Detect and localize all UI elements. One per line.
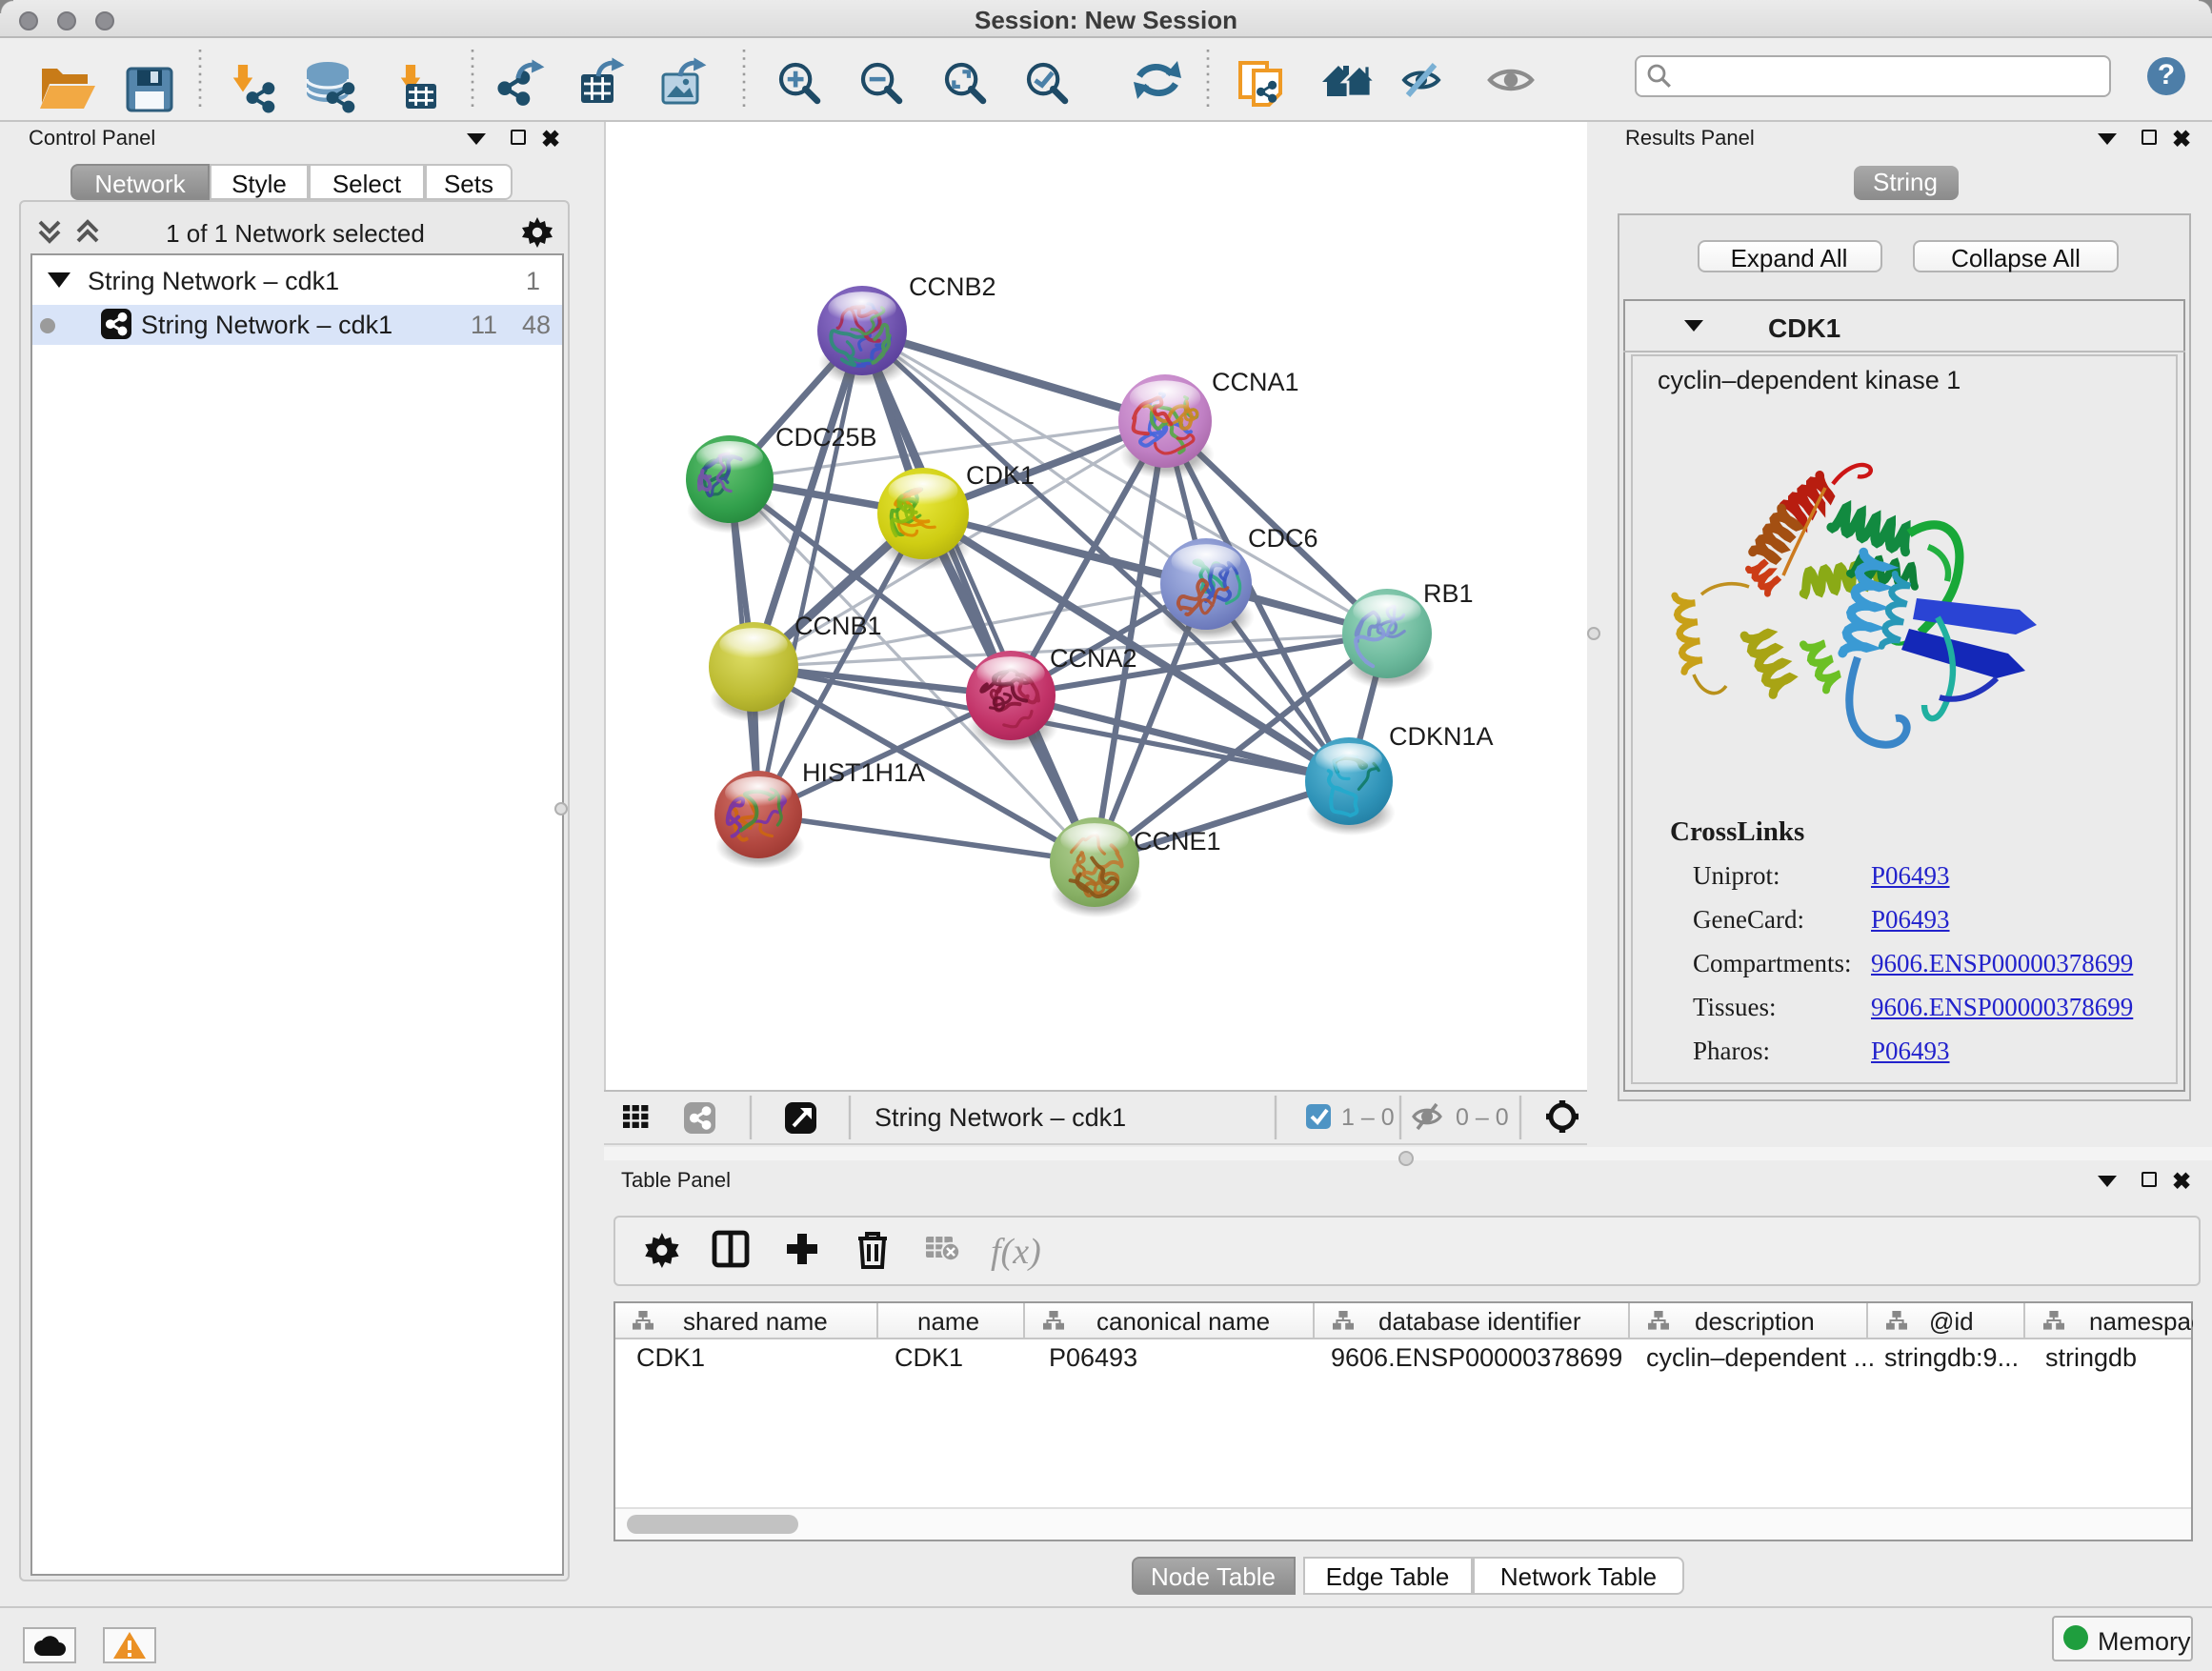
svg-text:name: name xyxy=(916,1306,978,1335)
svg-text:namespac: namespac xyxy=(2088,1306,2192,1335)
svg-text:description: description xyxy=(1694,1306,1814,1335)
svg-text:CDC6: CDC6 xyxy=(1247,524,1317,553)
svg-text:@id: @id xyxy=(1928,1306,1973,1335)
svg-text:1 – 0: 1 – 0 xyxy=(1340,1103,1394,1130)
svg-text:f(x): f(x) xyxy=(990,1232,1040,1272)
svg-text:canonical name: canonical name xyxy=(1096,1306,1269,1335)
svg-text:HIST1H1A: HIST1H1A xyxy=(801,758,924,787)
svg-text:RB1: RB1 xyxy=(1422,579,1473,608)
svg-text:CCNB2: CCNB2 xyxy=(908,272,995,301)
svg-text:CCNA1: CCNA1 xyxy=(1211,368,1298,396)
svg-text:CDK1: CDK1 xyxy=(965,461,1034,490)
svg-text:CCNA2: CCNA2 xyxy=(1049,644,1136,673)
svg-text:0 – 0: 0 – 0 xyxy=(1455,1103,1508,1130)
svg-text:shared name: shared name xyxy=(682,1306,827,1335)
svg-text:CDC25B: CDC25B xyxy=(774,423,876,452)
svg-text:CCNE1: CCNE1 xyxy=(1133,827,1220,856)
svg-text:database identifier: database identifier xyxy=(1377,1306,1580,1335)
svg-text:String Network – cdk1: String Network – cdk1 xyxy=(874,1102,1125,1131)
svg-text:CCNB1: CCNB1 xyxy=(794,612,881,640)
svg-text:CDKN1A: CDKN1A xyxy=(1388,722,1493,751)
